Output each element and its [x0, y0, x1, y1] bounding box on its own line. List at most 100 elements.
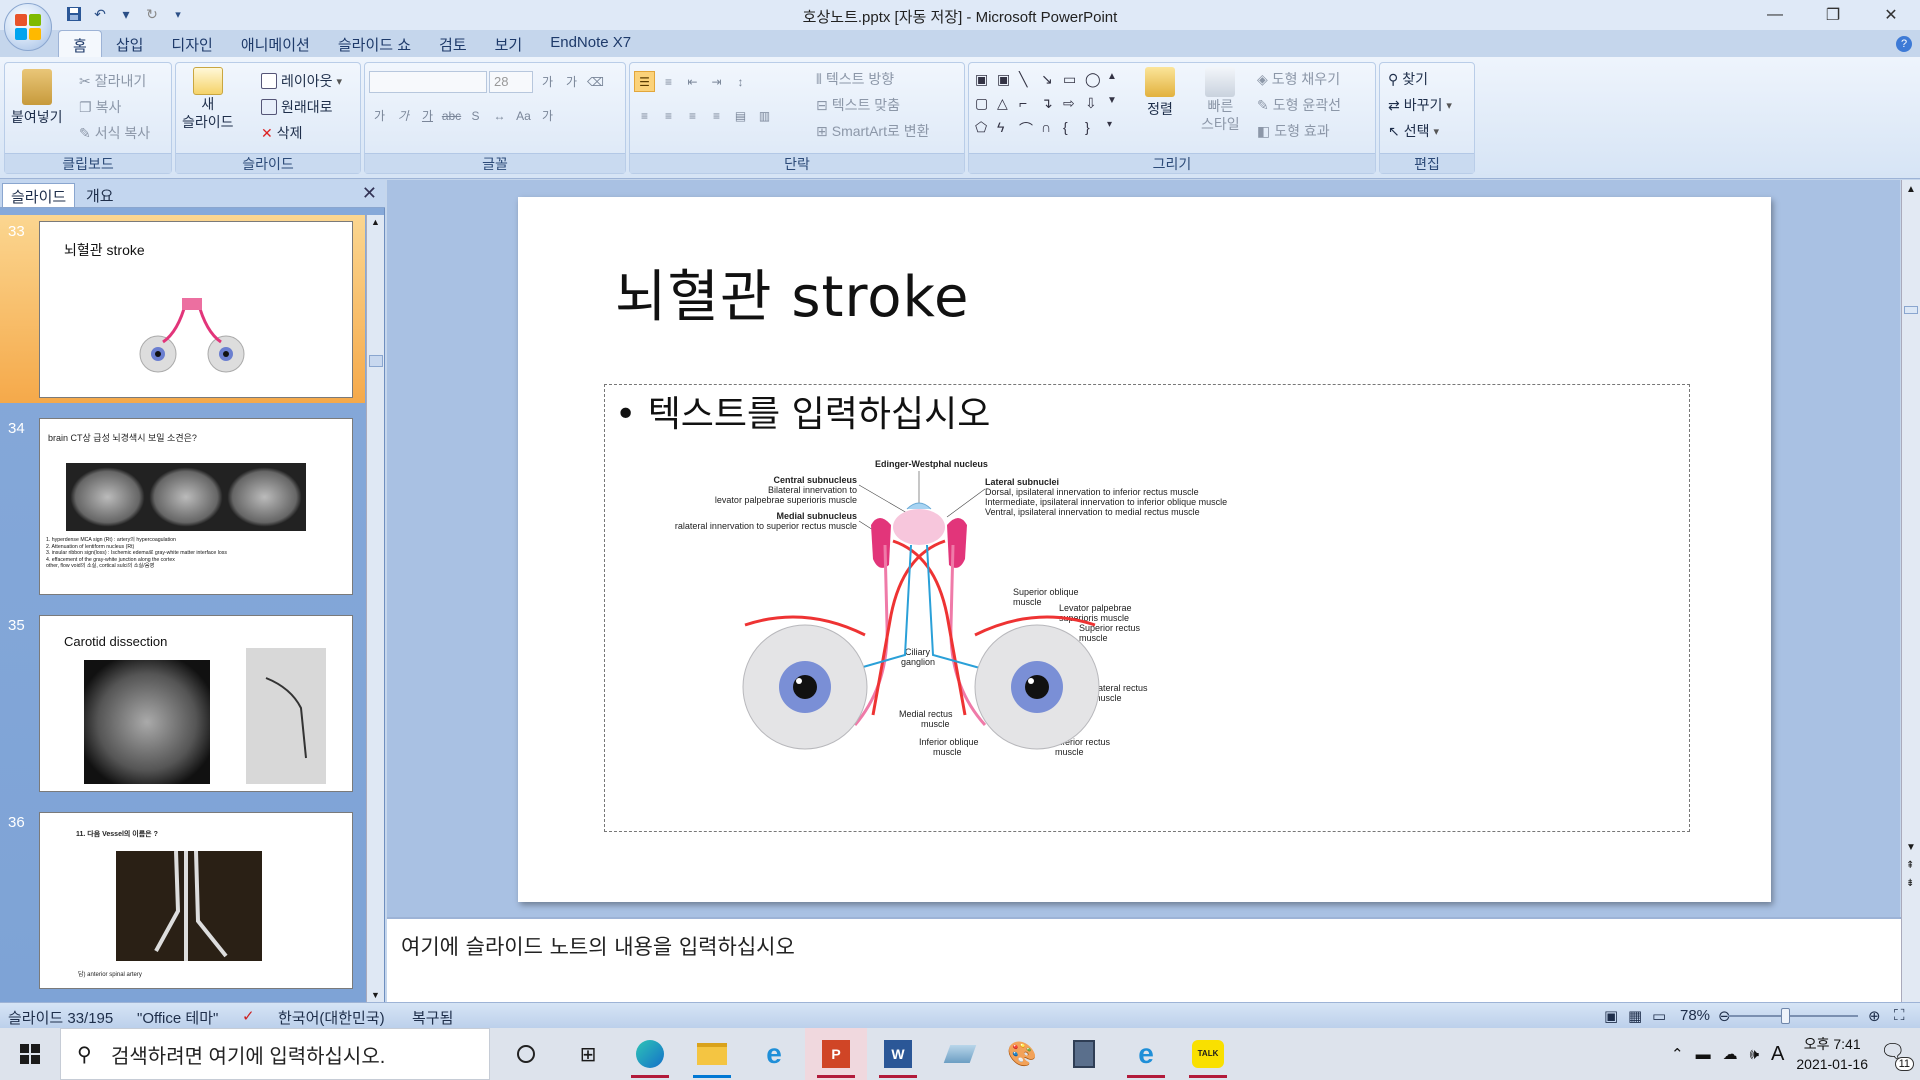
tab-slideshow[interactable]: 슬라이드 쇼	[324, 30, 425, 58]
slide-sorter-icon[interactable]: ▦	[1628, 1007, 1642, 1025]
tab-design[interactable]: 디자인	[157, 30, 226, 58]
oval-shape-icon[interactable]: ◯	[1085, 71, 1107, 95]
arc-shape-icon[interactable]: ⌒	[1019, 119, 1041, 143]
increase-indent-icon[interactable]: ⇥	[706, 71, 727, 92]
notification-center-icon[interactable]: 🗨 11	[1880, 1039, 1914, 1071]
font-color-icon[interactable]: 가	[537, 105, 558, 126]
rectangle-shape-icon[interactable]: ▭	[1063, 71, 1085, 95]
previous-slide-icon[interactable]: ⇞	[1906, 860, 1914, 871]
tab-endnote[interactable]: EndNote X7	[536, 30, 645, 58]
curve-shape-icon[interactable]: ∩	[1041, 119, 1063, 143]
align-text-button[interactable]: ⊟ 텍스트 맞춤	[816, 95, 900, 115]
battery-icon[interactable]: ▬	[1696, 1046, 1711, 1063]
line-shape-icon[interactable]: ╲	[1019, 71, 1041, 95]
select-button[interactable]: ↖ 선택 ▾	[1388, 121, 1439, 141]
right-brace-shape-icon[interactable]: }	[1085, 119, 1107, 143]
shape-outline-button[interactable]: ✎ 도형 윤곽선	[1257, 95, 1341, 115]
tab-outline[interactable]: 개요	[78, 183, 122, 207]
rounded-rect-shape-icon[interactable]: ▢	[975, 95, 997, 119]
ime-indicator[interactable]: A	[1771, 1043, 1784, 1066]
gallery-down-icon[interactable]: ▼	[1107, 95, 1129, 119]
office-button[interactable]	[4, 3, 52, 51]
arrow-line-shape-icon[interactable]: ↘	[1041, 71, 1063, 95]
start-button[interactable]	[0, 1028, 60, 1080]
tab-slides[interactable]: 슬라이드	[2, 183, 76, 207]
replace-button[interactable]: ⇄ 바꾸기 ▾	[1388, 95, 1452, 115]
bold-icon[interactable]: 가	[369, 105, 390, 126]
fit-to-window-icon[interactable]: ⛶	[1894, 1007, 1905, 1024]
slideshow-view-icon[interactable]: ▭	[1652, 1007, 1666, 1025]
cut-button[interactable]: ✂ 잘라내기	[79, 71, 146, 91]
gallery-more-icon[interactable]: ▾	[1107, 119, 1129, 143]
slide-scrollbar[interactable]: ▲ ▼ ⇞ ⇟	[1901, 180, 1920, 917]
zoom-in-icon[interactable]: ⊕	[1868, 1007, 1881, 1025]
smartart-button[interactable]: ⊞ SmartArt로 변환	[816, 121, 930, 141]
down-arrow-shape-icon[interactable]: ⇩	[1085, 95, 1107, 119]
clock[interactable]: 오후 7:41 2021-01-16	[1796, 1034, 1868, 1074]
justify-icon[interactable]: ≡	[706, 105, 727, 126]
elbow-shape-icon[interactable]: ⌐	[1019, 95, 1041, 119]
content-placeholder[interactable]: • 텍스트를 입력하십시오 Edinger-Westphal nucleus C…	[604, 384, 1690, 832]
textbox-shape-icon[interactable]: ▣	[975, 71, 997, 95]
tray-overflow-icon[interactable]: ⌃	[1671, 1045, 1684, 1063]
left-brace-shape-icon[interactable]: {	[1063, 119, 1085, 143]
shadow-icon[interactable]: S	[465, 105, 486, 126]
scrollbar-thumb[interactable]	[1904, 306, 1918, 314]
task-view-icon[interactable]: ⊞	[557, 1028, 619, 1080]
zoom-level[interactable]: 78%	[1680, 1007, 1710, 1024]
right-arrow-shape-icon[interactable]: ⇨	[1063, 95, 1085, 119]
tab-view[interactable]: 보기	[481, 30, 537, 58]
font-name-field[interactable]	[369, 71, 487, 93]
internet-explorer-2-icon[interactable]: e	[1115, 1028, 1177, 1080]
slide-title[interactable]: 뇌혈관 stroke	[615, 252, 969, 333]
find-button[interactable]: ⚲ 찾기	[1388, 69, 1428, 89]
strikethrough-icon[interactable]: abc	[441, 105, 462, 126]
scroll-down-icon[interactable]: ▼	[371, 990, 380, 1000]
underline-icon[interactable]: 가	[417, 105, 438, 126]
normal-view-icon[interactable]: ▣	[1604, 1007, 1618, 1025]
language[interactable]: 한국어(대한민국)	[278, 1007, 385, 1028]
tab-animations[interactable]: 애니메이션	[227, 30, 324, 58]
zoom-slider[interactable]	[1728, 1015, 1858, 1017]
text-direction-button[interactable]: ⫴ 텍스트 방향	[816, 69, 894, 89]
internet-explorer-icon[interactable]: e	[743, 1028, 805, 1080]
copy-button[interactable]: ❐ 복사	[79, 97, 121, 117]
file-explorer-icon[interactable]	[681, 1028, 743, 1080]
thumbnail-slide-34[interactable]: 34 brain CT상 급성 뇌경색시 보일 소견은? 1. hyperden…	[0, 412, 365, 600]
tab-home[interactable]: 홈	[58, 30, 102, 58]
slide-canvas[interactable]: 뇌혈관 stroke • 텍스트를 입력하십시오 Edinger-Westpha…	[518, 197, 1771, 902]
align-left-icon[interactable]: ≡	[634, 105, 655, 126]
zoom-slider-knob[interactable]	[1781, 1008, 1790, 1024]
quick-styles-button[interactable]: 빠른 스타일	[1201, 67, 1240, 133]
align-center-icon[interactable]: ≡	[658, 105, 679, 126]
thumbnail-slide-36[interactable]: 36 11. 다음 Vessel의 이름은 ? 답) anterior spin…	[0, 806, 365, 994]
help-icon[interactable]: ?	[1896, 36, 1912, 52]
powerpoint-icon[interactable]: P	[805, 1028, 867, 1080]
bullet-text[interactable]: • 텍스트를 입력하십시오	[615, 385, 990, 437]
thumbnail-slide-33[interactable]: 33 뇌혈관 stroke	[0, 215, 365, 403]
format-painter-button[interactable]: ✎ 서식 복사	[79, 123, 150, 143]
thumbnail-scrollbar[interactable]: ▲ ▼	[366, 215, 384, 1002]
notes-scrollbar[interactable]	[1901, 917, 1920, 1002]
scroll-up-icon[interactable]: ▲	[371, 217, 380, 227]
kakaotalk-icon[interactable]: TALK	[1177, 1028, 1239, 1080]
triangle-shape-icon[interactable]: △	[997, 95, 1019, 119]
char-spacing-icon[interactable]: ↔	[489, 105, 510, 126]
layout-button[interactable]: 레이아웃 ▾	[261, 71, 342, 91]
thumbnail-slide-35[interactable]: 35 Carotid dissection	[0, 609, 365, 797]
decrease-indent-icon[interactable]: ⇤	[682, 71, 703, 92]
shapes-gallery[interactable]: ▣ ▣ ╲ ↘ ▭ ◯ ▲ ▢ △ ⌐ ↴ ⇨ ⇩ ▼ ⬠ ϟ ⌒ ∩{} ▾	[975, 71, 1135, 143]
change-case-icon[interactable]: Aa	[513, 105, 534, 126]
notes-placeholder[interactable]: 여기에 슬라이드 노트의 내용을 입력하십시오	[401, 931, 795, 961]
scroll-up-icon[interactable]: ▲	[1906, 184, 1916, 195]
close-icon[interactable]: ✕	[362, 183, 377, 204]
eraser-app-icon[interactable]	[929, 1028, 991, 1080]
volume-icon[interactable]: 🕪	[1750, 1046, 1759, 1063]
next-slide-icon[interactable]: ⇟	[1906, 878, 1914, 889]
taskbar-search[interactable]: ⚲ 검색하려면 여기에 입력하십시오.	[60, 1028, 490, 1080]
italic-icon[interactable]: 가	[393, 105, 414, 126]
arrange-button[interactable]: 정렬	[1145, 67, 1175, 119]
scrollbar-thumb[interactable]	[369, 355, 383, 367]
maximize-button[interactable]: ❐	[1804, 0, 1862, 30]
notes-pane[interactable]: 여기에 슬라이드 노트의 내용을 입력하십시오	[387, 917, 1901, 1002]
